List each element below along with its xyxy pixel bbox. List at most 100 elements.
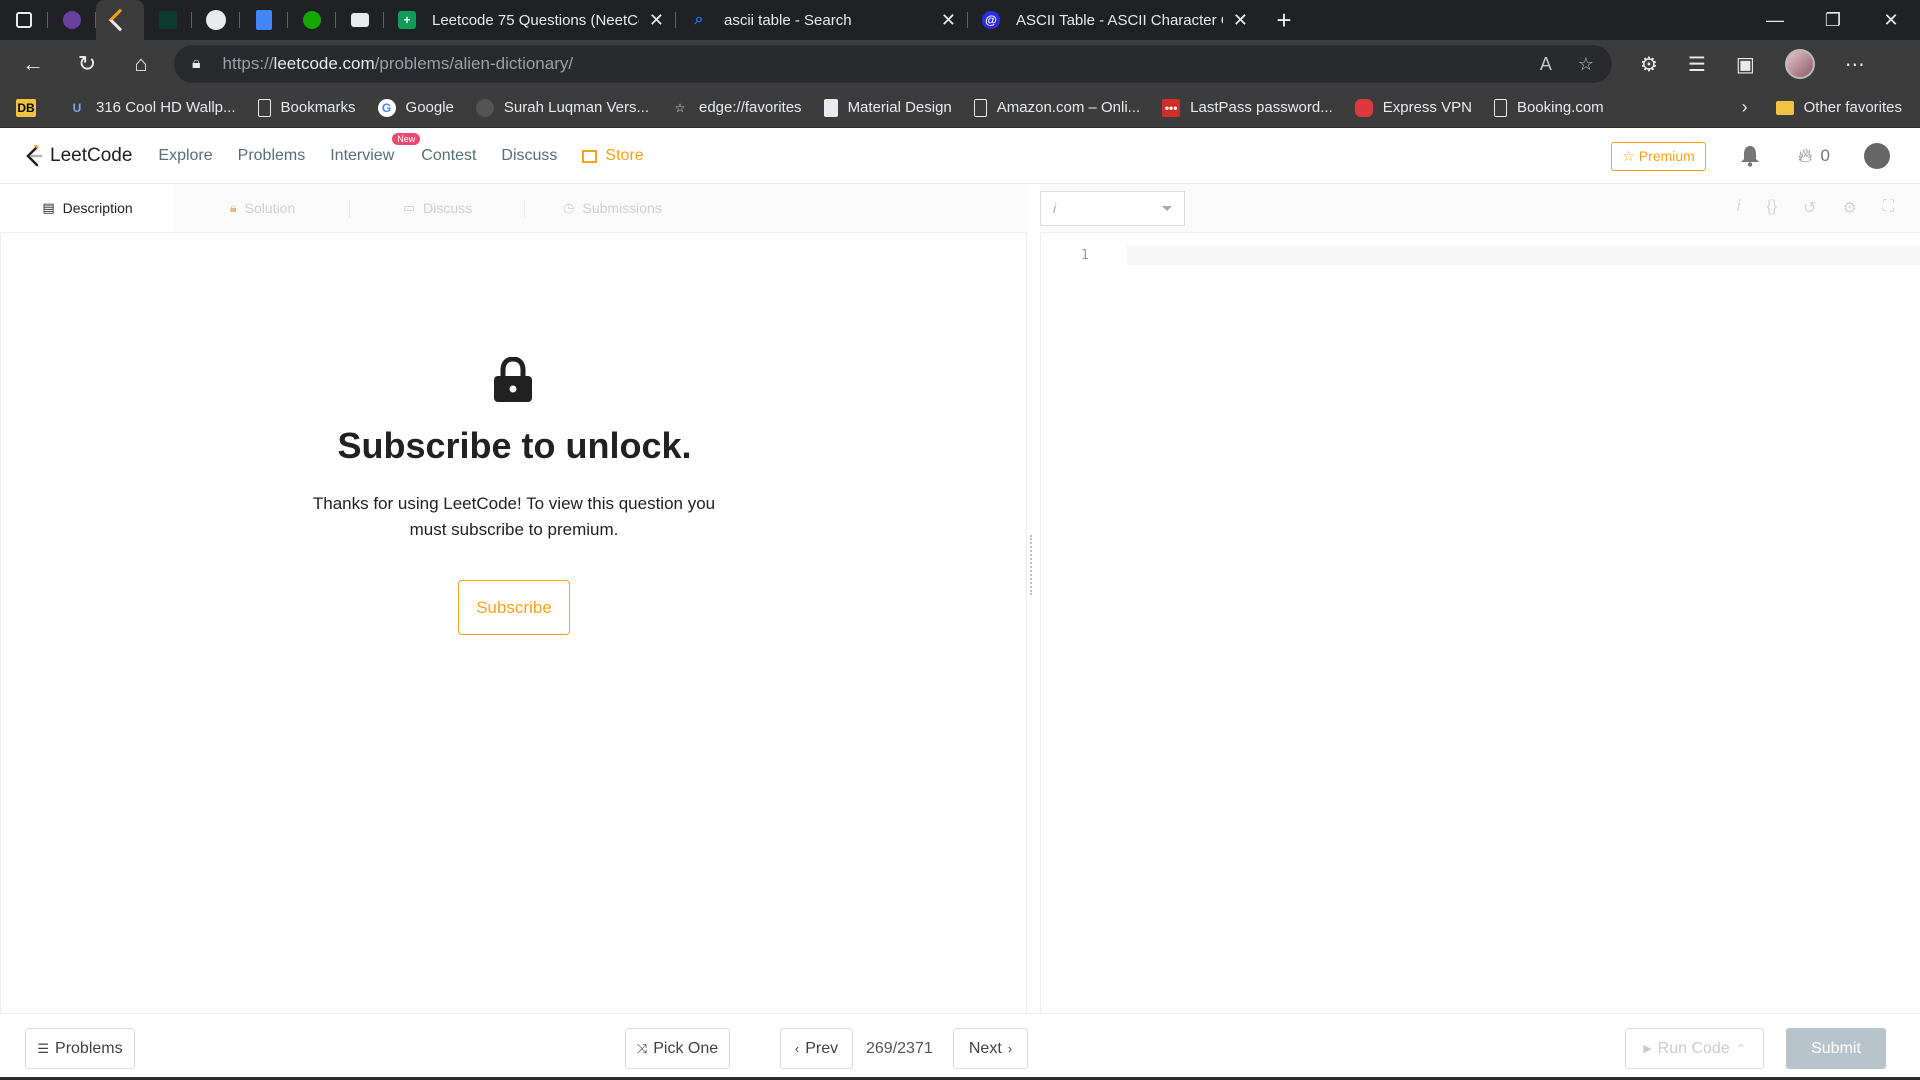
pinned-tab-docs[interactable] [240, 0, 288, 40]
profile-avatar[interactable] [1784, 49, 1815, 79]
close-window-button[interactable]: ✕ [1862, 0, 1920, 40]
tab-ascii-table[interactable]: @ ASCII Table - ASCII Character Co ✕ [968, 0, 1260, 40]
search-icon: ⌕ [694, 11, 704, 28]
pinned-tab-1[interactable] [48, 0, 96, 40]
url-input[interactable]: 🔒︎ https://leetcode.com/problems/alien-d… [174, 45, 1612, 83]
bookmark-item[interactable]: U 316 Cool HD Wallp... [68, 99, 236, 117]
bookmark-item[interactable]: Express VPN [1354, 98, 1472, 117]
nav-explore[interactable]: Explore [158, 147, 212, 165]
bookmark-label: Surah Luqman Vers... [503, 99, 649, 116]
restore-button[interactable]: ❐ [1804, 0, 1862, 40]
nav-interview-label: Interview [330, 147, 395, 164]
leetcode-logo[interactable]: LeetCode [24, 145, 132, 167]
bell-icon[interactable] [1740, 145, 1760, 167]
bookmarks-bar: DB U 316 Cool HD Wallp... Bookmarks G Goog… [0, 88, 1920, 128]
next-button[interactable]: Next › [953, 1028, 1028, 1069]
pinned-tab-github[interactable] [192, 0, 240, 40]
collections-icon[interactable]: ▣ [1736, 52, 1755, 77]
fullscreen-icon[interactable]: ⛶ [1883, 198, 1894, 218]
tab-description[interactable]: ▤ Description [0, 184, 175, 232]
lock-icon: 🔒︎ [192, 55, 201, 72]
new-badge: New [392, 133, 421, 145]
bookmark-item[interactable]: Surah Luqman Vers... [475, 98, 649, 117]
tab-solution[interactable]: 🔒︎ Solution [175, 184, 350, 232]
star-icon: ☆ [674, 100, 686, 115]
reset-icon[interactable]: ↺ [1803, 198, 1816, 218]
run-code-button[interactable]: ▶ Run Code ⌃ [1625, 1028, 1764, 1069]
new-tab-button[interactable]: + [1260, 0, 1308, 40]
tab-leetcode-75[interactable]: + Leetcode 75 Questions (NeetCoc ✕ [384, 0, 676, 40]
nav-contest[interactable]: Contest [421, 147, 476, 165]
pinned-tab-medium[interactable] [336, 0, 384, 40]
bookmark-item[interactable]: Material Design [823, 98, 952, 117]
page-icon [973, 98, 987, 117]
pick-one-button[interactable]: ⤨ Pick One [625, 1028, 730, 1069]
bookmark-item[interactable]: ☆ edge://favorites [671, 99, 802, 117]
problem-counter: 269/2371 [866, 1040, 933, 1057]
line-number: 1 [1081, 248, 1089, 263]
address-toolbar: ← ↻ ⌂ 🔒︎ https://leetcode.com/problems/a… [0, 40, 1920, 88]
favorites-icon[interactable]: ☰ [1688, 52, 1706, 77]
other-favorites[interactable]: Other favorites [1775, 99, 1902, 116]
description-panel: Subscribe to unlock. Thanks for using Le… [0, 233, 1027, 1013]
bookmark-label: Booking.com [1516, 99, 1604, 116]
tab-title: ASCII Table - ASCII Character Co [1016, 11, 1223, 29]
upwork-icon [303, 11, 321, 29]
chevron-right-icon: › [1007, 1041, 1013, 1056]
nav-problems[interactable]: Problems [238, 147, 306, 165]
tab-ascii-search[interactable]: ⌕ ascii table - Search ✕ [676, 0, 968, 40]
refresh-button[interactable]: ↻ [64, 44, 110, 84]
play-icon: ▶ [1643, 1043, 1652, 1055]
add-favorite-icon[interactable]: ☆ [1578, 54, 1594, 75]
bookmark-item[interactable]: Amazon.com – Onli... [973, 98, 1140, 117]
streak-value: 0 [1820, 146, 1830, 165]
streak-counter[interactable]: 🔥︎ 0 [1798, 145, 1830, 168]
list-icon: ☰ [37, 1040, 50, 1056]
more-icon[interactable]: ⋯ [1845, 52, 1865, 77]
tab-submissions[interactable]: ◷ Submissions [525, 184, 700, 232]
next-label: Next [968, 1039, 1002, 1057]
pinned-tab-upwork[interactable] [288, 0, 336, 40]
close-icon[interactable]: ✕ [1233, 10, 1248, 31]
close-icon[interactable]: ✕ [649, 10, 664, 31]
nav-store[interactable]: Store [582, 147, 644, 165]
home-button[interactable]: ⌂ [118, 44, 164, 84]
problems-button[interactable]: ☰ Problems [25, 1028, 135, 1069]
braces-icon[interactable]: {} [1766, 198, 1777, 218]
read-aloud-icon[interactable]: A [1540, 54, 1552, 75]
prev-button[interactable]: ‹ Prev [780, 1028, 853, 1069]
bookmark-item[interactable]: G Google [377, 98, 454, 117]
bookmark-item[interactable]: Bookmarks [257, 98, 356, 117]
back-button[interactable]: ← [10, 44, 56, 84]
leetcode-logo-icon [26, 145, 43, 167]
pinned-tab-leetcode[interactable] [96, 0, 144, 40]
close-icon[interactable]: ✕ [941, 10, 956, 31]
google-icon: G [377, 98, 396, 117]
bookmark-db[interactable]: DB [16, 98, 46, 117]
info-icon[interactable]: i [1737, 198, 1741, 218]
chevron-right-icon[interactable]: › [1742, 97, 1748, 118]
language-select[interactable]: i [1040, 190, 1185, 226]
code-editor[interactable]: 1 [1040, 233, 1920, 1013]
subscribe-button[interactable]: Subscribe [458, 580, 570, 635]
tab-actions-button[interactable] [0, 0, 48, 40]
run-code-label: Run Code [1657, 1039, 1730, 1057]
premium-button[interactable]: ☆ Premium [1611, 141, 1706, 171]
nav-interview[interactable]: Interview New [330, 133, 421, 165]
tab-discuss[interactable]: ▭ Discuss [350, 184, 525, 232]
settings-icon[interactable]: ⚙ [1842, 198, 1856, 218]
extensions-icon[interactable]: ⚙ [1640, 52, 1658, 77]
lock-icon: 🔒︎ [229, 200, 237, 215]
chevron-down-icon [1162, 205, 1172, 211]
nav-discuss[interactable]: Discuss [501, 147, 557, 165]
submit-button[interactable]: Submit [1786, 1028, 1886, 1069]
user-avatar-icon[interactable] [1864, 143, 1890, 169]
bookmark-item[interactable]: ••• LastPass password... [1162, 98, 1333, 117]
minimize-button[interactable]: — [1746, 0, 1804, 40]
panel-resize-handle[interactable] [1030, 535, 1034, 595]
pinned-tab-3[interactable] [144, 0, 192, 40]
bookmark-label: Express VPN [1382, 99, 1472, 116]
editor-toolbar: i i {} ↺ ⚙ ⛶ [1040, 184, 1920, 233]
bookmark-item[interactable]: Booking.com [1493, 98, 1604, 117]
problem-tabs: ▤ Description 🔒︎ Solution ▭ Discuss ◷ Submis… [0, 184, 1027, 233]
